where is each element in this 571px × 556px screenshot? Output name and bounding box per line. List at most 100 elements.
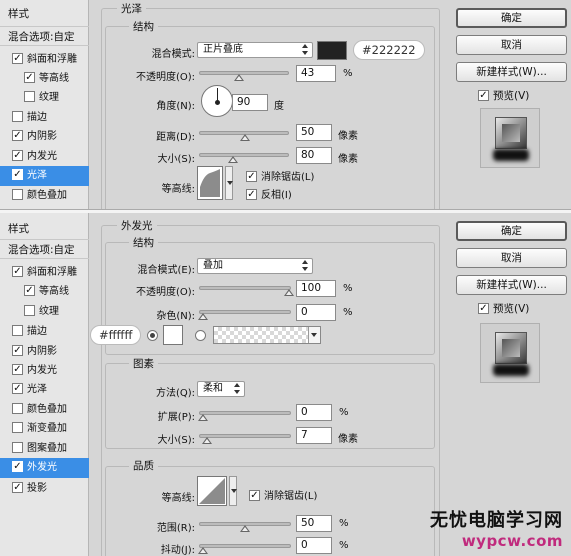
new-style-button[interactable]: 新建样式(W)... [456, 62, 567, 82]
sidebar-item-texture[interactable]: 纹理 [0, 88, 89, 108]
contour-dropdown[interactable] [229, 476, 237, 506]
sidebar-item-gradient-overlay[interactable]: 渐变叠加 [0, 419, 89, 439]
checkbox[interactable] [12, 383, 23, 394]
opacity-slider[interactable] [199, 286, 294, 296]
checkbox[interactable] [12, 403, 23, 414]
sidebar-item-blend-options[interactable]: 混合选项:自定 [0, 26, 89, 46]
checkbox[interactable] [24, 72, 35, 83]
sidebar-item-inner-shadow[interactable]: 内阴影 [0, 127, 89, 147]
anti-alias-checkbox[interactable]: 消除锯齿(L) [249, 487, 317, 502]
size-input[interactable]: 80 [296, 147, 332, 164]
spread-input[interactable]: 0 [296, 404, 332, 421]
contour-dropdown[interactable] [225, 166, 233, 200]
noise-slider[interactable] [198, 310, 291, 320]
checkbox[interactable] [12, 130, 23, 141]
sidebar-item-color-overlay[interactable]: 颜色叠加 [0, 400, 89, 420]
slider-thumb[interactable] [228, 156, 238, 163]
distance-input[interactable]: 50 [296, 124, 332, 141]
sidebar-item-outer-glow[interactable]: 外发光 [0, 458, 89, 478]
sidebar-item-stroke[interactable]: 描边 [0, 108, 89, 128]
size-input[interactable]: 7 [296, 427, 332, 444]
preview-checkbox[interactable]: 预览(V) [478, 88, 529, 103]
sidebar-item-texture[interactable]: 纹理 [0, 302, 89, 322]
checkbox[interactable] [12, 442, 23, 453]
spread-slider[interactable] [198, 411, 291, 421]
jitter-input[interactable]: 0 [296, 537, 332, 554]
sidebar-item-inner-glow[interactable]: 内发光 [0, 361, 89, 381]
checkbox[interactable] [24, 305, 35, 316]
new-style-button[interactable]: 新建样式(W)... [456, 275, 567, 295]
contour-preview[interactable] [197, 166, 223, 200]
blend-mode-select[interactable]: 正片叠底 [197, 42, 313, 58]
size-slider[interactable] [199, 153, 289, 163]
sidebar-item-contour[interactable]: 等高线 [0, 69, 89, 89]
sidebar-item-bevel-emboss[interactable]: 斜面和浮雕 [0, 263, 89, 283]
checkbox[interactable] [12, 345, 23, 356]
anti-alias-checkbox[interactable]: 消除锯齿(L) [246, 168, 314, 183]
slider-thumb[interactable] [198, 313, 208, 320]
sidebar-item-blend-options[interactable]: 混合选项:自定 [0, 239, 89, 259]
slider-thumb[interactable] [198, 414, 208, 421]
checkbox[interactable] [12, 189, 23, 200]
sidebar-item-contour[interactable]: 等高线 [0, 282, 89, 302]
checkbox[interactable] [24, 91, 35, 102]
angle-unit: 度 [274, 101, 284, 112]
gradient-radio[interactable] [195, 330, 206, 341]
jitter-slider[interactable] [198, 544, 291, 554]
ok-button[interactable]: 确定 [456, 8, 567, 28]
angle-input[interactable]: 90 [232, 94, 268, 111]
slider-thumb[interactable] [240, 525, 250, 532]
cancel-button[interactable]: 取消 [456, 35, 567, 55]
sidebar-item-satin[interactable]: 光泽 [0, 380, 89, 400]
blend-mode-select[interactable]: 叠加 [197, 258, 313, 274]
contour-preview[interactable] [197, 476, 227, 506]
slider-thumb[interactable] [284, 289, 294, 296]
solid-color-radio[interactable] [147, 330, 158, 341]
checkbox[interactable] [12, 53, 23, 64]
slider-thumb[interactable] [234, 74, 244, 81]
noise-input[interactable]: 0 [296, 304, 336, 321]
checkbox[interactable] [12, 422, 23, 433]
color-swatch[interactable] [317, 41, 347, 60]
checkbox[interactable] [12, 111, 23, 122]
slider-thumb[interactable] [198, 547, 208, 554]
checkbox[interactable] [478, 303, 489, 314]
cancel-button[interactable]: 取消 [456, 248, 567, 268]
distance-slider[interactable] [199, 131, 289, 141]
checkbox[interactable] [12, 150, 23, 161]
technique-select[interactable]: 柔和 [197, 381, 245, 397]
angle-dial[interactable] [201, 85, 233, 117]
sidebar-item-color-overlay[interactable]: 颜色叠加 [0, 186, 89, 206]
checkbox[interactable] [24, 285, 35, 296]
checkbox[interactable] [249, 490, 260, 501]
opacity-slider[interactable] [199, 71, 289, 81]
checkbox[interactable] [12, 266, 23, 277]
sidebar-item-satin[interactable]: 光泽 [0, 166, 89, 186]
preview-checkbox[interactable]: 预览(V) [478, 301, 529, 316]
checkbox[interactable] [12, 482, 23, 493]
checkbox[interactable] [246, 171, 257, 182]
slider-thumb[interactable] [240, 134, 250, 141]
invert-checkbox[interactable]: 反相(I) [246, 186, 292, 201]
ok-button[interactable]: 确定 [456, 221, 567, 241]
color-swatch[interactable] [163, 325, 183, 345]
opacity-input[interactable]: 43 [296, 65, 336, 82]
sidebar-item-bevel-emboss[interactable]: 斜面和浮雕 [0, 50, 89, 70]
checkbox[interactable] [478, 90, 489, 101]
size-slider[interactable] [199, 434, 291, 444]
sidebar-item-pattern-overlay[interactable]: 图案叠加 [0, 439, 89, 459]
checkbox[interactable] [246, 189, 257, 200]
range-input[interactable]: 50 [296, 515, 332, 532]
sidebar-item-inner-glow[interactable]: 内发光 [0, 147, 89, 167]
sidebar-item-inner-shadow[interactable]: 内阴影 [0, 342, 89, 362]
gradient-picker[interactable] [213, 326, 321, 344]
checkbox[interactable] [12, 325, 23, 336]
sidebar-item-drop-shadow[interactable]: 投影 [0, 479, 89, 499]
opacity-input[interactable]: 100 [296, 280, 336, 297]
range-slider[interactable] [199, 522, 291, 532]
checkbox[interactable] [12, 461, 23, 472]
checkbox[interactable] [12, 169, 23, 180]
checkbox[interactable] [12, 364, 23, 375]
sidebar-item-stroke[interactable]: 描边 [0, 322, 89, 342]
slider-thumb[interactable] [202, 437, 212, 444]
